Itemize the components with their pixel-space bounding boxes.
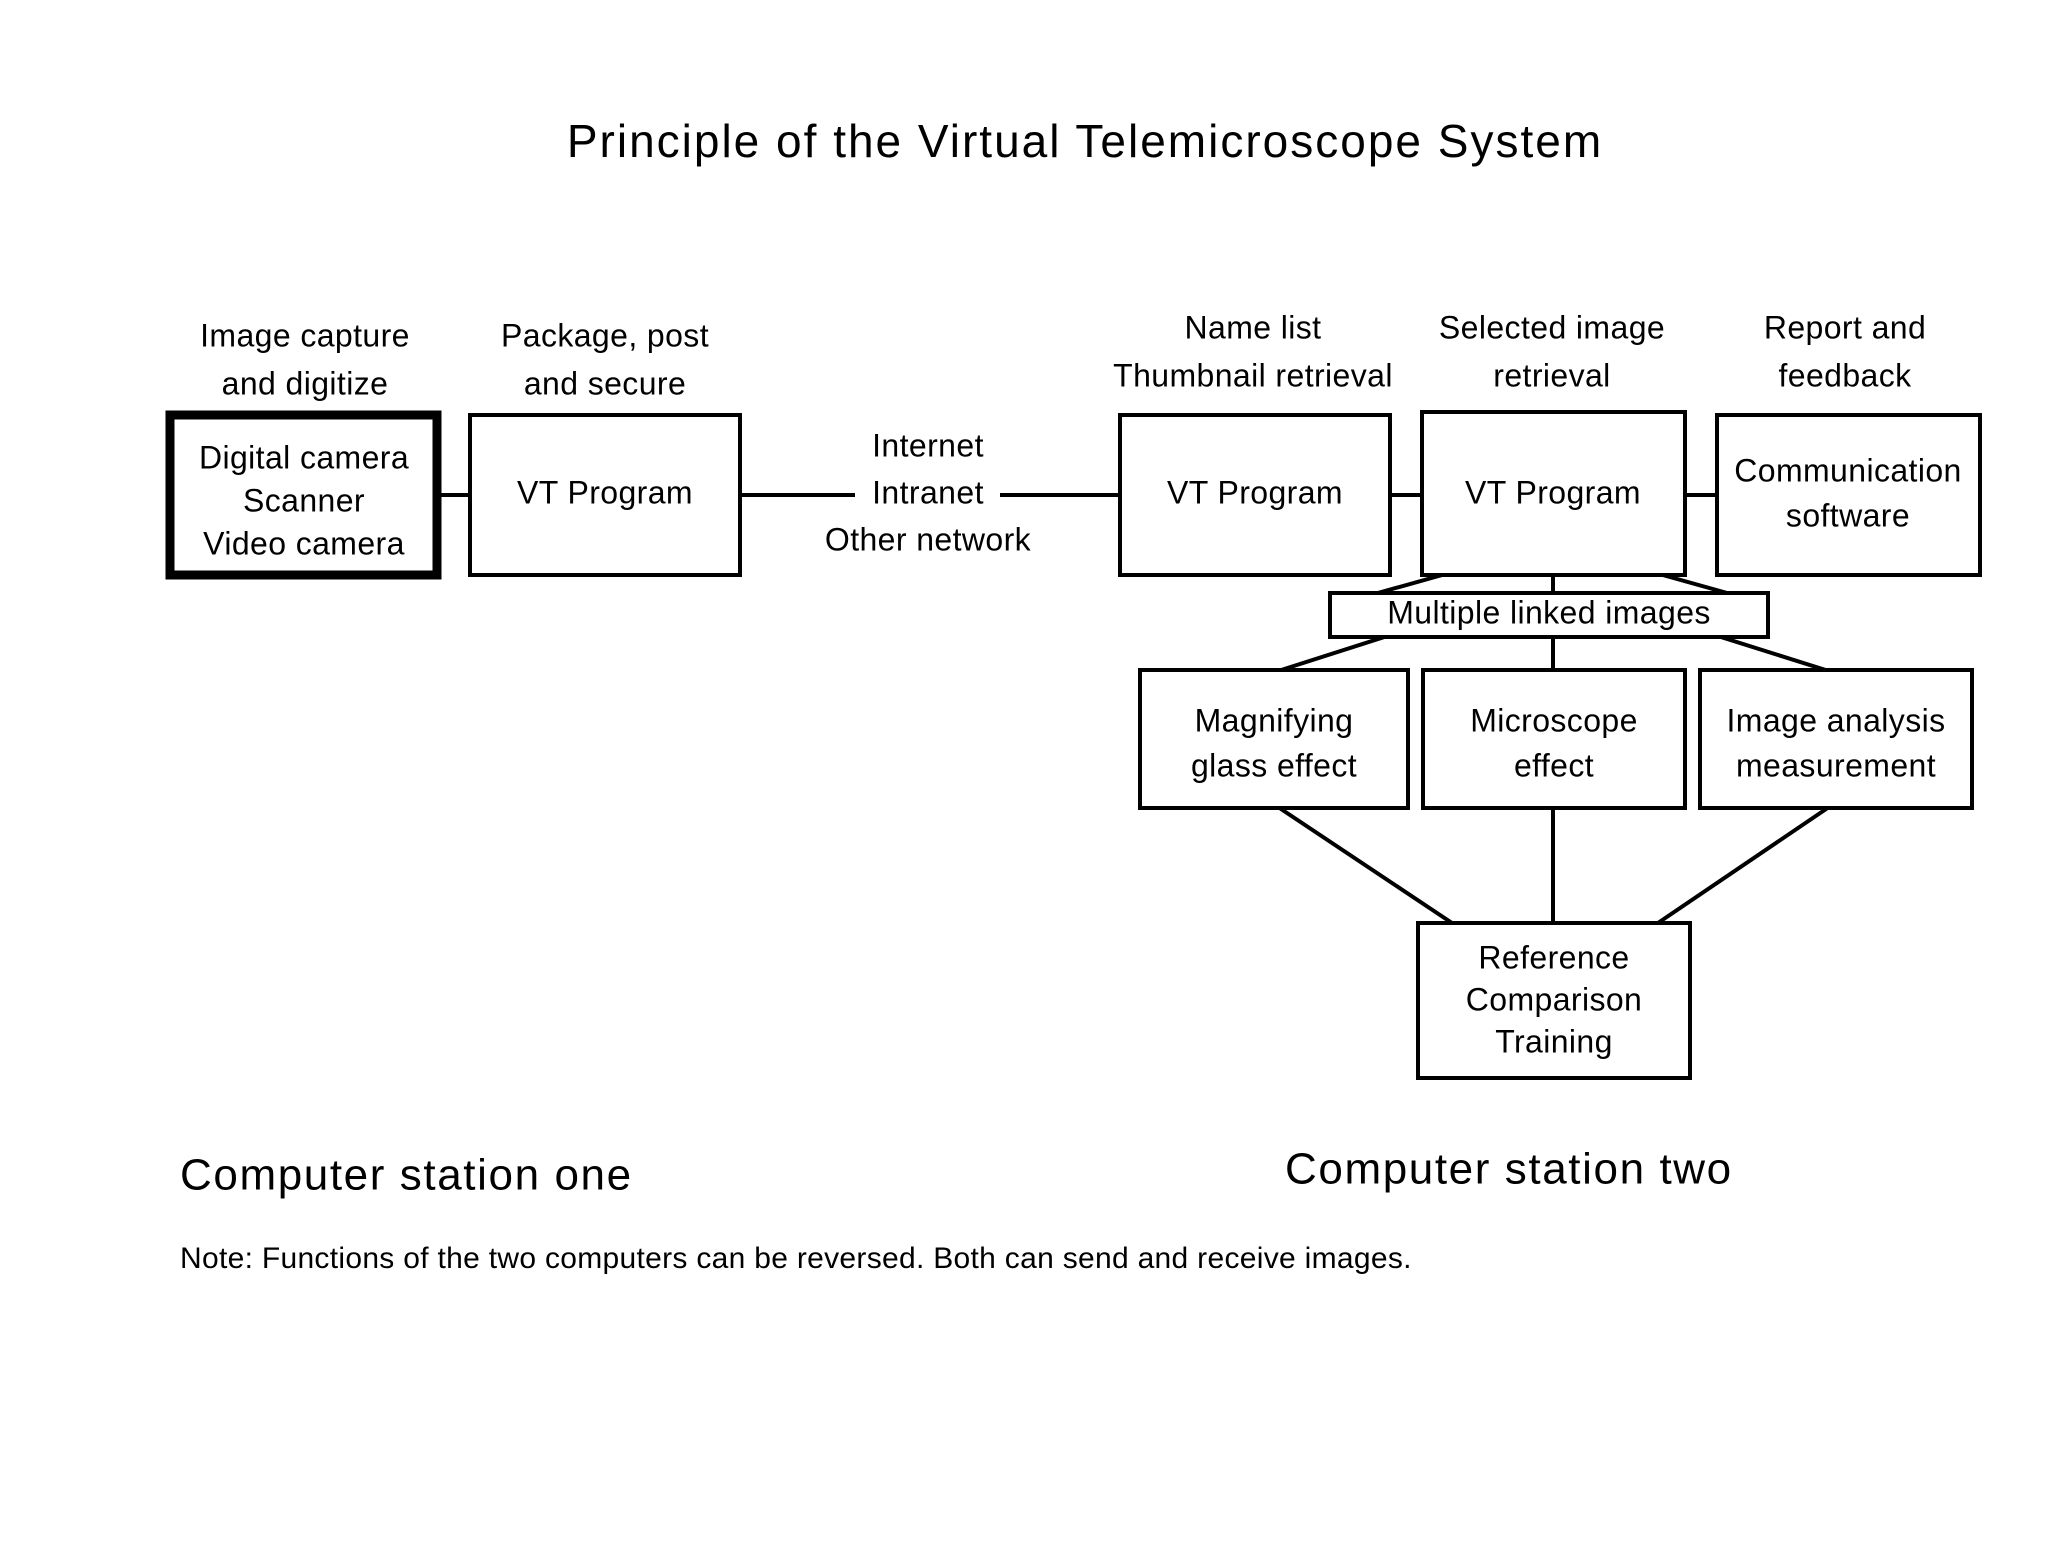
header-image-capture-line2: and digitize	[222, 365, 389, 401]
box-capture-device-line2: Scanner	[243, 482, 365, 518]
header-report-feedback-line2: feedback	[1778, 357, 1912, 393]
box-reference-line1: Reference	[1478, 939, 1629, 975]
network-label-internet: Internet	[872, 427, 984, 463]
page-title: Principle of the Virtual Telemicroscope …	[567, 115, 1603, 167]
header-name-list-line1: Name list	[1185, 309, 1322, 345]
box-vt-program-recv-label: VT Program	[1167, 474, 1343, 510]
link-image-analysis-to-reference	[1653, 803, 1834, 927]
box-microscope-line1: Microscope	[1470, 702, 1638, 738]
box-capture-device-line3: Video camera	[203, 525, 405, 561]
link-magnifying-to-reference	[1273, 803, 1457, 927]
footnote: Note: Functions of the two computers can…	[180, 1242, 1412, 1275]
box-image-analysis-line1: Image analysis	[1726, 702, 1945, 738]
box-reference-line2: Comparison	[1466, 981, 1643, 1017]
caption-computer-station-one: Computer station one	[180, 1151, 633, 1200]
box-capture-device-line1: Digital camera	[199, 439, 409, 475]
network-label-other-network: Other network	[825, 521, 1032, 557]
header-selected-image-line1: Selected image	[1439, 309, 1665, 345]
box-magnifying-line1: Magnifying	[1195, 702, 1354, 738]
box-magnifying-line2: glass effect	[1191, 747, 1357, 783]
network-label-intranet: Intranet	[872, 474, 984, 510]
box-microscope-line2: effect	[1514, 747, 1594, 783]
box-vt-program-selected-label: VT Program	[1465, 474, 1641, 510]
box-reference-line3: Training	[1495, 1023, 1613, 1059]
box-vt-program-send-label: VT Program	[517, 474, 693, 510]
header-selected-image-line2: retrieval	[1493, 357, 1610, 393]
header-report-feedback-line1: Report and	[1764, 309, 1926, 345]
header-package-post-line1: Package, post	[501, 317, 709, 353]
diagram-page: Principle of the Virtual Telemicroscope …	[0, 0, 2065, 1541]
header-name-list-line2: Thumbnail retrieval	[1113, 357, 1393, 393]
box-communication-software[interactable]	[1715, 413, 1982, 577]
header-image-capture-line1: Image capture	[200, 317, 410, 353]
box-image-analysis-measurement[interactable]	[1698, 668, 1974, 810]
box-image-analysis-line2: measurement	[1736, 747, 1936, 783]
caption-computer-station-two: Computer station two	[1285, 1145, 1733, 1194]
box-communication-line1: Communication	[1734, 452, 1962, 488]
box-microscope-effect[interactable]	[1421, 668, 1687, 810]
header-package-post-line2: and secure	[524, 365, 686, 401]
box-magnifying-glass-effect[interactable]	[1138, 668, 1410, 810]
box-multiple-linked-images-label: Multiple linked images	[1387, 594, 1711, 630]
box-communication-line2: software	[1786, 497, 1910, 533]
telemicroscope-diagram: Principle of the Virtual Telemicroscope …	[165, 115, 1982, 1275]
